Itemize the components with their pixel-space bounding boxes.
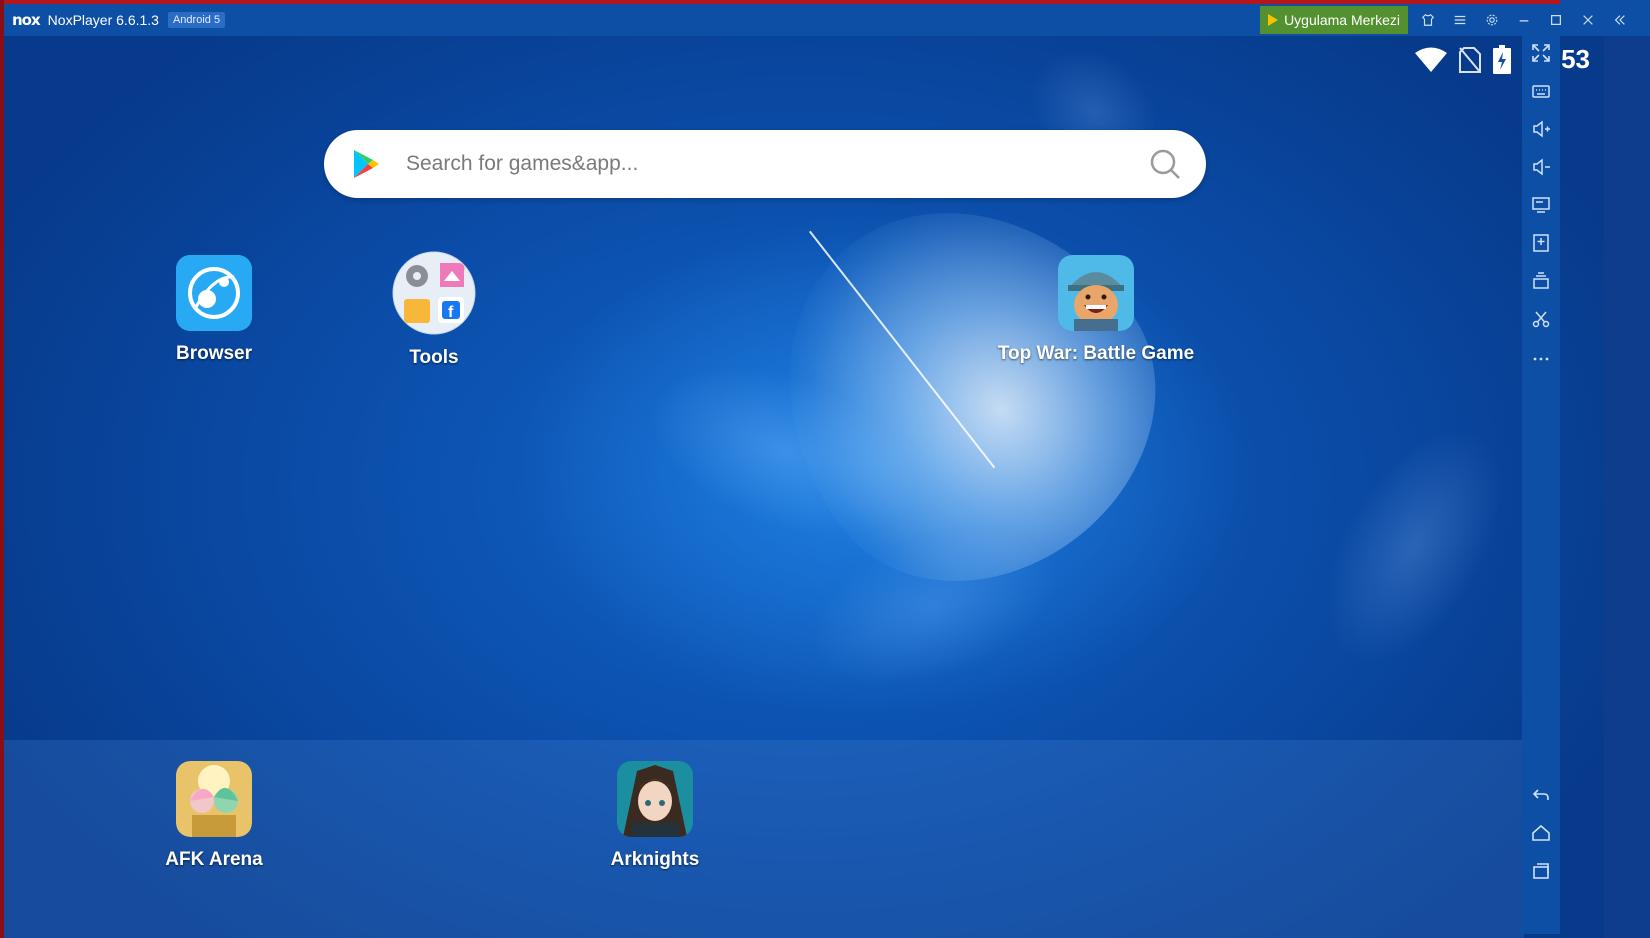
search-icon[interactable]	[1148, 147, 1182, 181]
volume-up-icon[interactable]	[1522, 110, 1560, 148]
menu-icon[interactable]	[1444, 4, 1476, 36]
side-toolbar	[1522, 32, 1560, 934]
app-tools[interactable]: f Tools	[334, 251, 534, 369]
fullscreen-icon[interactable]	[1522, 34, 1560, 72]
app-label: Browser	[175, 343, 253, 364]
app-center-label: Uygulama Merkezi	[1284, 12, 1400, 28]
app-label: Top War: Battle Game	[997, 343, 1195, 364]
app-title: NoxPlayer 6.6.1.3	[47, 12, 159, 28]
recent-apps-icon[interactable]	[1522, 852, 1560, 890]
app-browser[interactable]: Browser	[114, 255, 314, 365]
browser-icon	[176, 255, 252, 331]
nox-logo: nox	[12, 11, 41, 29]
svg-text:f: f	[448, 304, 454, 321]
back-icon[interactable]	[1522, 776, 1560, 814]
keyboard-icon[interactable]	[1522, 72, 1560, 110]
search-input[interactable]: Search for games&app...	[406, 152, 1148, 176]
collapse-icon[interactable]	[1604, 4, 1636, 36]
app-afk-arena[interactable]: AFK Arena	[114, 761, 314, 871]
shirt-icon[interactable]	[1412, 4, 1444, 36]
afk-arena-icon	[176, 761, 252, 837]
wallpaper-feather	[1288, 398, 1540, 694]
app-label: Tools	[409, 347, 459, 368]
google-play-icon	[354, 150, 379, 178]
title-bar: nox NoxPlayer 6.6.1.3 Android 5 Uygulama…	[4, 4, 1650, 36]
app-label: Arknights	[610, 849, 700, 870]
close-icon[interactable]	[1572, 4, 1604, 36]
android-version-badge: Android 5	[167, 12, 226, 28]
app-arknights[interactable]: Arknights	[555, 761, 755, 871]
gear-icon[interactable]	[1476, 4, 1508, 36]
volume-down-icon[interactable]	[1522, 148, 1560, 186]
app-center-button[interactable]: Uygulama Merkezi	[1260, 6, 1408, 34]
battery-charging-icon	[1492, 44, 1511, 74]
screenshot-cut-icon[interactable]	[1522, 300, 1560, 338]
search-bar[interactable]: Search for games&app...	[324, 130, 1206, 198]
multi-instance-icon[interactable]	[1522, 262, 1560, 300]
more-icon[interactable]	[1522, 338, 1560, 376]
wifi-icon	[1414, 47, 1447, 72]
apk-install-icon[interactable]	[1522, 224, 1560, 262]
play-store-icon	[1268, 14, 1279, 26]
app-top-war[interactable]: Top War: Battle Game	[996, 255, 1196, 365]
android-home-screen: 01:53 Search for games&app... Browser f	[4, 36, 1604, 938]
screen-icon[interactable]	[1522, 186, 1560, 224]
app-label: AFK Arena	[165, 849, 263, 870]
top-war-icon	[1058, 255, 1134, 331]
no-sim-icon	[1458, 46, 1481, 73]
noxplayer-window: nox NoxPlayer 6.6.1.3 Android 5 Uygulama…	[4, 4, 1650, 938]
home-icon[interactable]	[1522, 814, 1560, 852]
tools-folder-icon: f	[392, 251, 476, 335]
arknights-icon	[617, 761, 693, 837]
status-bar: 01:53	[1404, 44, 1590, 75]
